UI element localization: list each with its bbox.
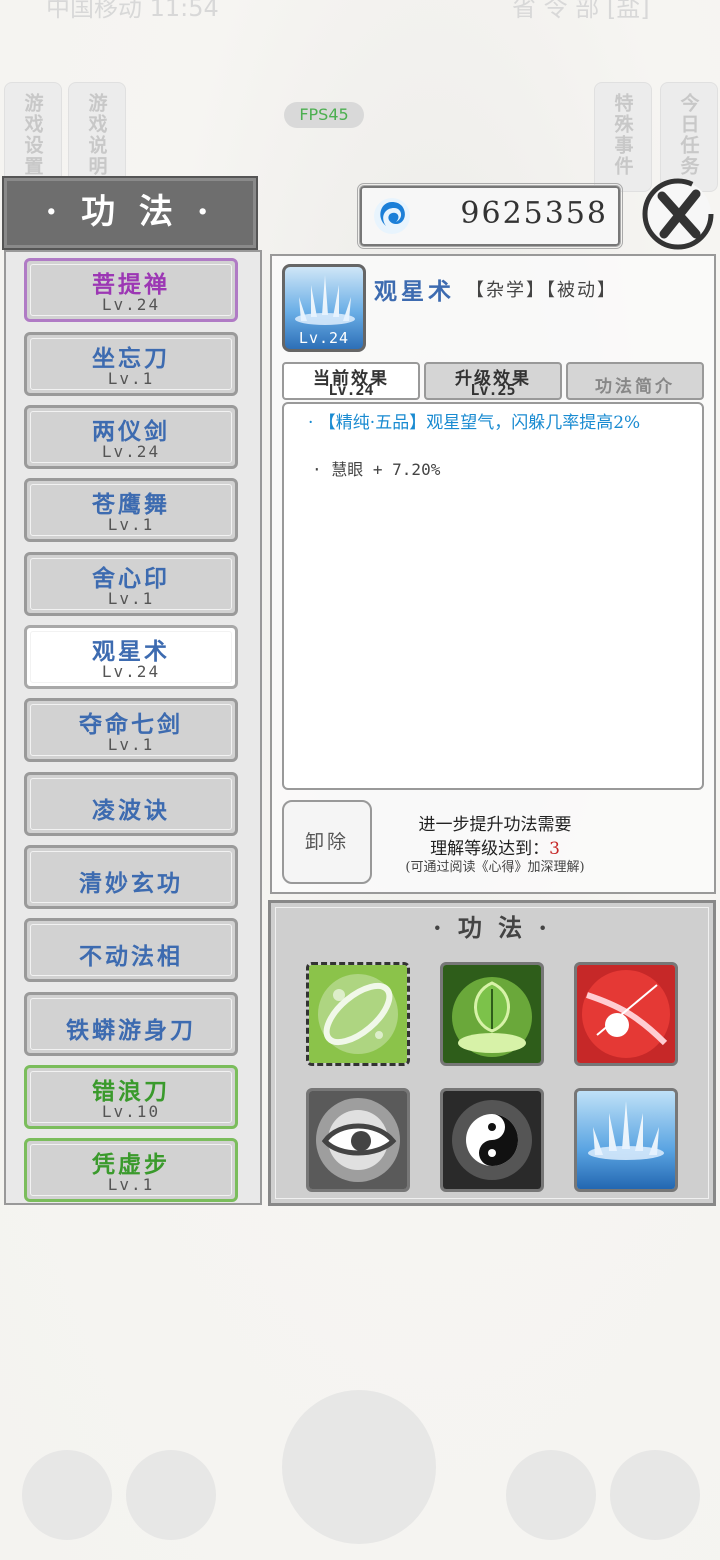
tab-sub: Lv.25 [470, 381, 516, 399]
skill-level: Lv.10 [101, 1102, 161, 1121]
equip-slot-5[interactable] [440, 1088, 544, 1192]
currency-display: 9625358 [357, 183, 623, 249]
skill-detail-tags: 【杂学】【被动】 [466, 280, 617, 301]
equip-slot-6[interactable] [574, 1088, 678, 1192]
nav-bag-button[interactable] [22, 1450, 112, 1540]
skill-level: Lv.24 [101, 295, 161, 314]
skill-name: 观星术 [92, 638, 170, 665]
nav-scroll-button[interactable] [610, 1450, 700, 1540]
effect-line-2: · 慧眼 + 7.20% [312, 460, 441, 479]
requirement-line-1: 进一步提升功法需要 [418, 815, 572, 835]
skill-name: 两仪剑 [92, 418, 170, 445]
effect-line-1: · 【精纯·五品】观星望气，闪躲几率提高2% [308, 413, 641, 433]
tab-label: 功法简介 [595, 377, 675, 397]
skill-item-cangying-wu[interactable]: 苍鹰舞 Lv.1 [24, 478, 238, 542]
skill-item-tiemang-youshendao[interactable]: 铁蟒游身刀 [24, 992, 238, 1056]
skill-item-liangyi-jian[interactable]: 两仪剑 Lv.24 [24, 405, 238, 469]
status-carrier: 中国移动 11:54 [46, 0, 219, 20]
equip-slot-1[interactable] [306, 962, 410, 1066]
skill-item-guanxing-shu[interactable]: 观星术 Lv.24 [24, 625, 238, 689]
skill-name: 舍心印 [92, 565, 170, 592]
gray-eye-icon [309, 1091, 407, 1189]
skill-detail-icon: Lv.24 [282, 264, 366, 352]
nav-coin-button[interactable] [126, 1450, 216, 1540]
skill-item-zuowang-dao[interactable]: 坐忘刀 Lv.1 [24, 332, 238, 396]
equip-slot-2[interactable] [440, 962, 544, 1066]
skill-name: 铁蟒游身刀 [66, 1017, 196, 1044]
green-swirl-icon [309, 965, 407, 1063]
tab-game-settings[interactable]: 游戏设置 [4, 82, 62, 192]
equip-slot-4[interactable] [306, 1088, 410, 1192]
skill-level: Lv.1 [107, 1175, 155, 1194]
skill-name: 凭虚步 [92, 1151, 170, 1178]
fps-counter: FPS45 [284, 102, 364, 128]
tab-current-effect[interactable]: 当前效果 Lv.24 [282, 362, 420, 400]
skill-name: 菩提禅 [92, 271, 170, 298]
skill-name: 苍鹰舞 [92, 491, 170, 518]
skill-name: 不动法相 [79, 943, 183, 970]
tab-skill-intro[interactable]: 功法简介 [566, 362, 704, 400]
skill-item-cuolang-dao[interactable]: 错浪刀 Lv.10 [24, 1065, 238, 1129]
skill-name: 坐忘刀 [92, 345, 170, 372]
skill-detail-icon-level: Lv.24 [298, 329, 350, 347]
skill-name: 夺命七剑 [79, 711, 183, 738]
swirl-icon [374, 198, 410, 234]
skill-detail-name: 观星术 [374, 278, 455, 305]
status-bar: 中国移动 11:54 省 令 部 [盐] [0, 0, 720, 20]
skill-item-duoming-qijian[interactable]: 夺命七剑 Lv.1 [24, 698, 238, 762]
skill-item-puti-chan[interactable]: 菩提禅 Lv.24 [24, 258, 238, 322]
yin-yang-icon [443, 1091, 541, 1189]
currency-amount: 9625358 [460, 196, 608, 231]
skill-name: 错浪刀 [92, 1078, 170, 1105]
skill-level: Lv.1 [107, 735, 155, 754]
nav-battle-button[interactable] [282, 1390, 436, 1544]
green-leaf-icon [443, 965, 541, 1063]
skill-level: Lv.24 [101, 662, 161, 681]
tab-sub: Lv.24 [328, 381, 374, 399]
status-right: 省 令 部 [盐] [512, 0, 650, 20]
skill-item-qingmiao-xuangong[interactable]: 清妙玄功 [24, 845, 238, 909]
skill-level: Lv.1 [107, 589, 155, 608]
skill-name: 清妙玄功 [79, 870, 183, 897]
requirement-hint: (可通过阅读《心得》加深理解) [405, 860, 585, 875]
skill-item-budong-faxiang[interactable]: 不动法相 [24, 918, 238, 982]
skill-name: 凌波诀 [92, 797, 170, 824]
tab-game-guide[interactable]: 游戏说明 [68, 82, 126, 192]
skill-level: Lv.24 [101, 442, 161, 461]
equip-slot-3[interactable] [574, 962, 678, 1066]
tab-upgrade-effect[interactable]: 升级效果 Lv.25 [424, 362, 562, 400]
page-title: · 功 法 · [2, 176, 258, 250]
remove-button[interactable]: 卸除 [282, 800, 372, 884]
effect-box: · 【精纯·五品】观星望气，闪躲几率提高2% · 慧眼 + 7.20% [282, 402, 704, 790]
skill-item-lingbo-jue[interactable]: 凌波诀 [24, 772, 238, 836]
red-slash-icon [577, 965, 675, 1063]
nav-character-button[interactable] [506, 1450, 596, 1540]
skill-level: Lv.1 [107, 515, 155, 534]
close-icon[interactable] [640, 176, 716, 252]
blue-star-icon [577, 1091, 675, 1189]
skill-item-shexin-yin[interactable]: 舍心印 Lv.1 [24, 552, 238, 616]
skill-level: Lv.1 [107, 369, 155, 388]
equipped-title: · 功 法 · [433, 913, 551, 942]
skill-item-pingxu-bu[interactable]: 凭虚步 Lv.1 [24, 1138, 238, 1202]
